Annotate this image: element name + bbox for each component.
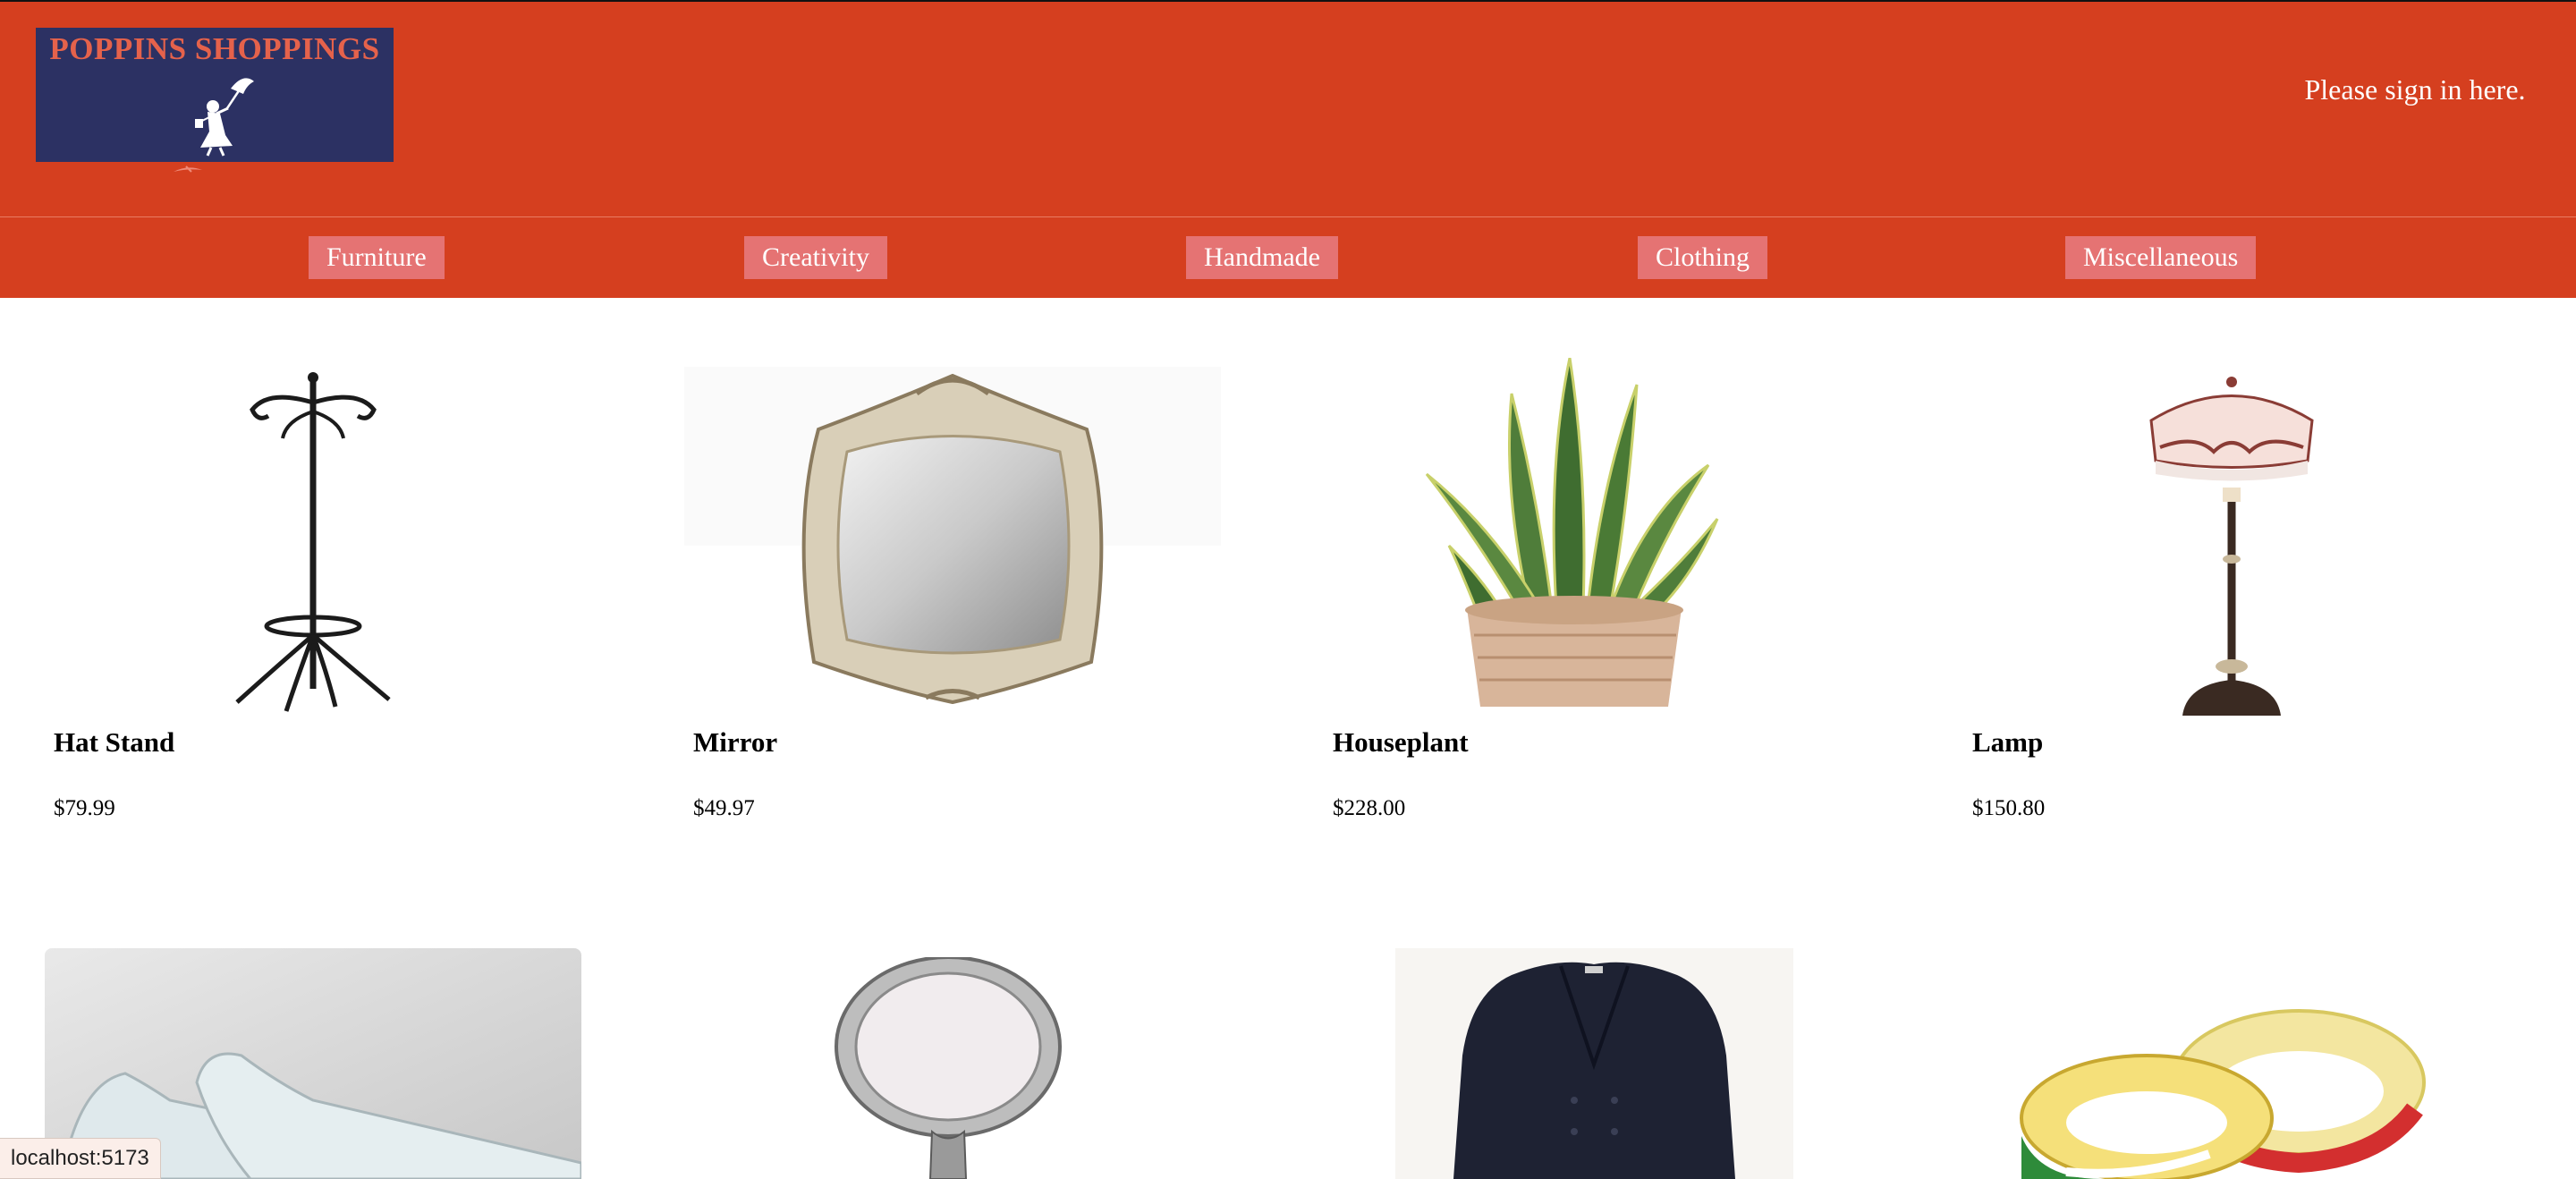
umbrella-lady-icon bbox=[195, 78, 254, 157]
nav-handmade-button[interactable]: Handmade bbox=[1186, 236, 1338, 279]
houseplant-image bbox=[1425, 358, 1719, 707]
product-price: $79.99 bbox=[54, 796, 115, 820]
product-price: $49.97 bbox=[693, 796, 755, 820]
nav-creativity-button[interactable]: Creativity bbox=[744, 236, 887, 279]
product-name: Houseplant bbox=[1333, 726, 1469, 758]
sign-in-link[interactable]: Please sign in here. bbox=[2290, 72, 2540, 107]
product-name: Lamp bbox=[1972, 726, 2044, 758]
site-header: POPPINS SHOPPINGS Please sign in here. bbox=[0, 2, 2576, 216]
product-name: Hat Stand bbox=[54, 726, 175, 758]
hand-mirror-image bbox=[835, 957, 1062, 1179]
nav-furniture-button[interactable]: Furniture bbox=[309, 236, 445, 279]
measuring-tape-image bbox=[2020, 1009, 2426, 1179]
product-name: Mirror bbox=[693, 726, 778, 758]
product-card[interactable]: Hat Stand $79.99 bbox=[0, 340, 572, 841]
logo-reflection bbox=[174, 165, 202, 173]
product-price: $150.80 bbox=[1972, 796, 2046, 820]
product-price: $228.00 bbox=[1333, 796, 1406, 820]
product-card[interactable] bbox=[1279, 948, 1852, 1179]
hat-stand-image bbox=[235, 372, 391, 712]
blazer-image bbox=[1395, 948, 1793, 1179]
lamp-image bbox=[2149, 377, 2314, 716]
mirror-image bbox=[801, 373, 1104, 705]
logo-text: POPPINS SHOPPINGS bbox=[49, 31, 380, 66]
product-card[interactable]: Lamp $150.80 bbox=[1919, 340, 2491, 841]
nav-miscellaneous-button[interactable]: Miscellaneous bbox=[2065, 236, 2257, 279]
site-logo[interactable]: POPPINS SHOPPINGS bbox=[36, 28, 394, 162]
product-card[interactable] bbox=[640, 948, 1212, 1179]
nav-clothing-button[interactable]: Clothing bbox=[1638, 236, 1768, 279]
status-bar-url: localhost:5173 bbox=[0, 1138, 161, 1179]
product-card[interactable]: Mirror $49.97 bbox=[640, 340, 1221, 841]
category-nav: Furniture Creativity Handmade Clothing M… bbox=[0, 217, 2576, 298]
product-card[interactable] bbox=[1919, 948, 2491, 1179]
product-card[interactable]: Houseplant $228.00 bbox=[1279, 340, 1852, 841]
